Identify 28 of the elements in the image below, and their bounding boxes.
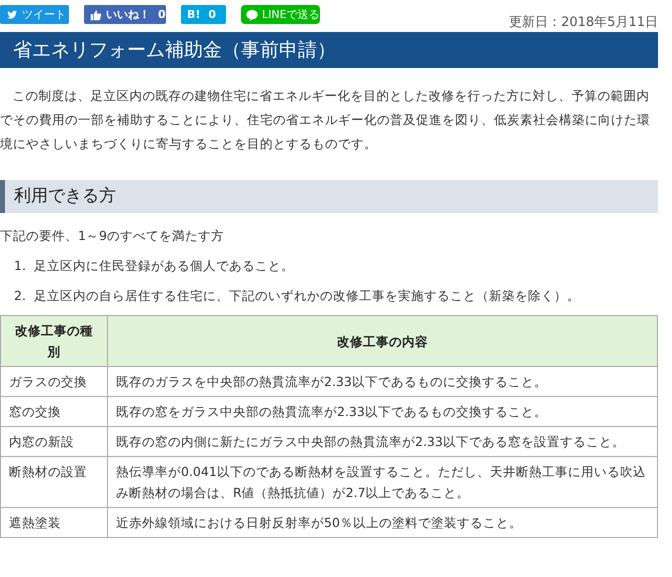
share-button[interactable]: B! 0 <box>181 5 226 24</box>
share-button[interactable]: ツイート <box>0 5 69 24</box>
chat-bubble-icon <box>246 8 258 20</box>
bird-icon <box>6 8 18 20</box>
table-cell: 窓の交換 <box>0 396 108 426</box>
share-button[interactable]: LINEで送る <box>241 5 320 24</box>
update-date: 更新日：2018年5月11日 <box>509 14 658 31</box>
lead-text: 下記の要件、1～9のすべてを満たす方 <box>0 227 225 245</box>
table-cell: 遮熱塗装 <box>0 508 108 538</box>
table-cell: 既存のガラスを中央部の熱貫流率が2.33以下であるものに交換すること。 <box>108 366 658 396</box>
share-button[interactable]: いいね！ 0 <box>84 5 166 24</box>
table-cell: 断熱材の設置 <box>0 456 108 508</box>
intro-paragraph: この制度は、足立区内の既存の建物住宅に省エネルギー化を目的とした改修を行った方に対し、予算の範囲内でその費用の一部を補助することにより、住宅の省エネルギー化の普及促進を図り、低炭素社会構築に向けた環境にやさしいまちづくりに寄与することを目的とするものです。 <box>0 87 651 153</box>
table-cell: 内窓の新設 <box>0 426 108 456</box>
table-cell: 熱伝導率が0.041以下のである断熱材を設置すること。ただし、天井断熱工事に用いる吹込み断熱材の場合は、R値（熱抵抗値）が2.7以上であること。 <box>108 456 658 508</box>
page-title: 省エネリフォーム補助金（事前申請） <box>0 32 658 68</box>
list-number: 2. <box>14 287 26 305</box>
table-cell: 既存の窓をガラス中央部の熱貫流率が2.33以下であるもの交換すること。 <box>108 396 658 426</box>
list-item-text: 足立区内の自ら居住する住宅に、下記のいずれかの改修工事を実施すること（新築を除く）。 <box>34 287 580 305</box>
table-cell: 近赤外線領域における日射反射率が50％以上の塗料で塗装すること。 <box>108 508 658 538</box>
table-cell: 既存の窓の内側に新たにガラス中央部の熱貫流率が2.33以下である窓を設置すること。 <box>108 426 658 456</box>
thumbs-up-icon <box>90 8 102 20</box>
list-item-text: 足立区内に住民登録がある個人であること。 <box>34 257 294 275</box>
section-heading: 利用できる方 <box>0 180 658 213</box>
column-header: 改修工事の種別 <box>0 316 108 366</box>
column-header: 改修工事の内容 <box>108 316 658 366</box>
list-number: 1. <box>14 257 26 275</box>
table-cell: ガラスの交換 <box>0 366 108 396</box>
